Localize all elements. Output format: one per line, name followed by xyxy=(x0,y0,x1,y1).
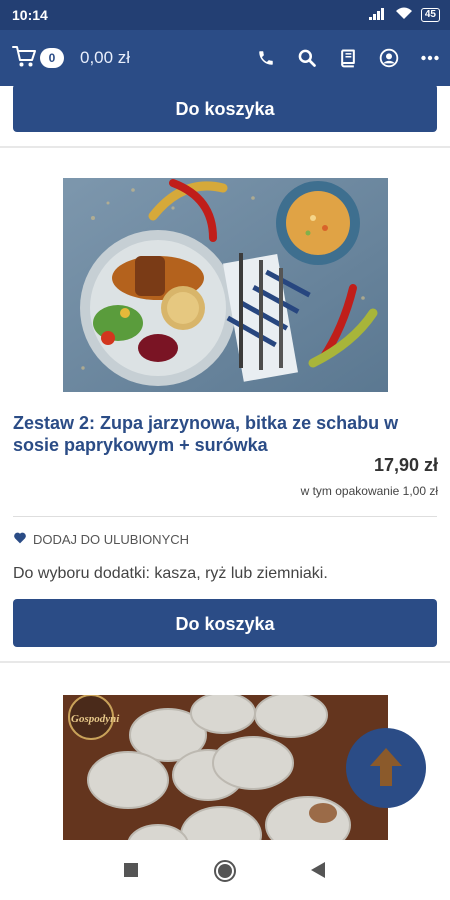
product-image[interactable] xyxy=(63,178,388,392)
cart-icon xyxy=(12,44,38,73)
book-icon[interactable] xyxy=(338,48,358,68)
status-time: 10:14 xyxy=(12,7,48,23)
product-price: 17,90 zł xyxy=(373,455,438,475)
add-to-cart-button[interactable]: Do koszyka xyxy=(13,599,437,647)
heart-icon xyxy=(13,531,27,547)
favorites-label: DODAJ DO ULUBIONYCH xyxy=(33,531,190,547)
scroll-to-top-button[interactable] xyxy=(346,728,426,808)
recents-icon[interactable] xyxy=(124,863,138,882)
back-icon[interactable] xyxy=(311,862,325,883)
phone-icon[interactable] xyxy=(256,48,276,68)
packaging-note: w tym opakowanie 1,00 zł xyxy=(300,484,438,498)
brand-watermark: Gospodyni xyxy=(71,713,120,725)
more-icon[interactable] xyxy=(420,48,440,68)
app-bar-actions xyxy=(256,48,440,68)
wifi-icon xyxy=(395,7,413,23)
cart-total: 0,00 zł xyxy=(80,48,131,67)
product-list[interactable]: Do koszyka Zestaw 2: Zupa jarzynowa, bit… xyxy=(0,86,450,840)
battery-icon: 45 xyxy=(420,8,440,22)
search-icon[interactable] xyxy=(297,48,317,68)
product-divider xyxy=(0,146,450,148)
navigation-bar xyxy=(0,840,450,900)
product-title[interactable]: Zestaw 2: Zupa jarzynowa, bitka ze schab… xyxy=(13,412,433,456)
product-image[interactable]: Gospodyni xyxy=(63,695,388,840)
product-description: Do wyboru dodatki: kasza, ryż lub ziemni… xyxy=(13,565,328,582)
cart-count-badge: 0 xyxy=(40,48,64,68)
arrow-up-icon xyxy=(366,744,406,793)
status-bar: 10:14 45 xyxy=(0,0,450,30)
app-bar: 0 0,00 zł xyxy=(0,30,450,86)
signal-icon xyxy=(368,7,387,23)
separator xyxy=(13,516,437,517)
account-icon[interactable] xyxy=(379,48,399,68)
home-icon[interactable] xyxy=(213,859,237,888)
cart-button[interactable]: 0 xyxy=(12,44,64,73)
add-to-favorites-button[interactable]: DODAJ DO ULUBIONYCH xyxy=(13,531,189,547)
product-divider xyxy=(0,661,450,663)
add-to-cart-button[interactable]: Do koszyka xyxy=(13,86,437,132)
status-icons: 45 xyxy=(368,7,440,23)
